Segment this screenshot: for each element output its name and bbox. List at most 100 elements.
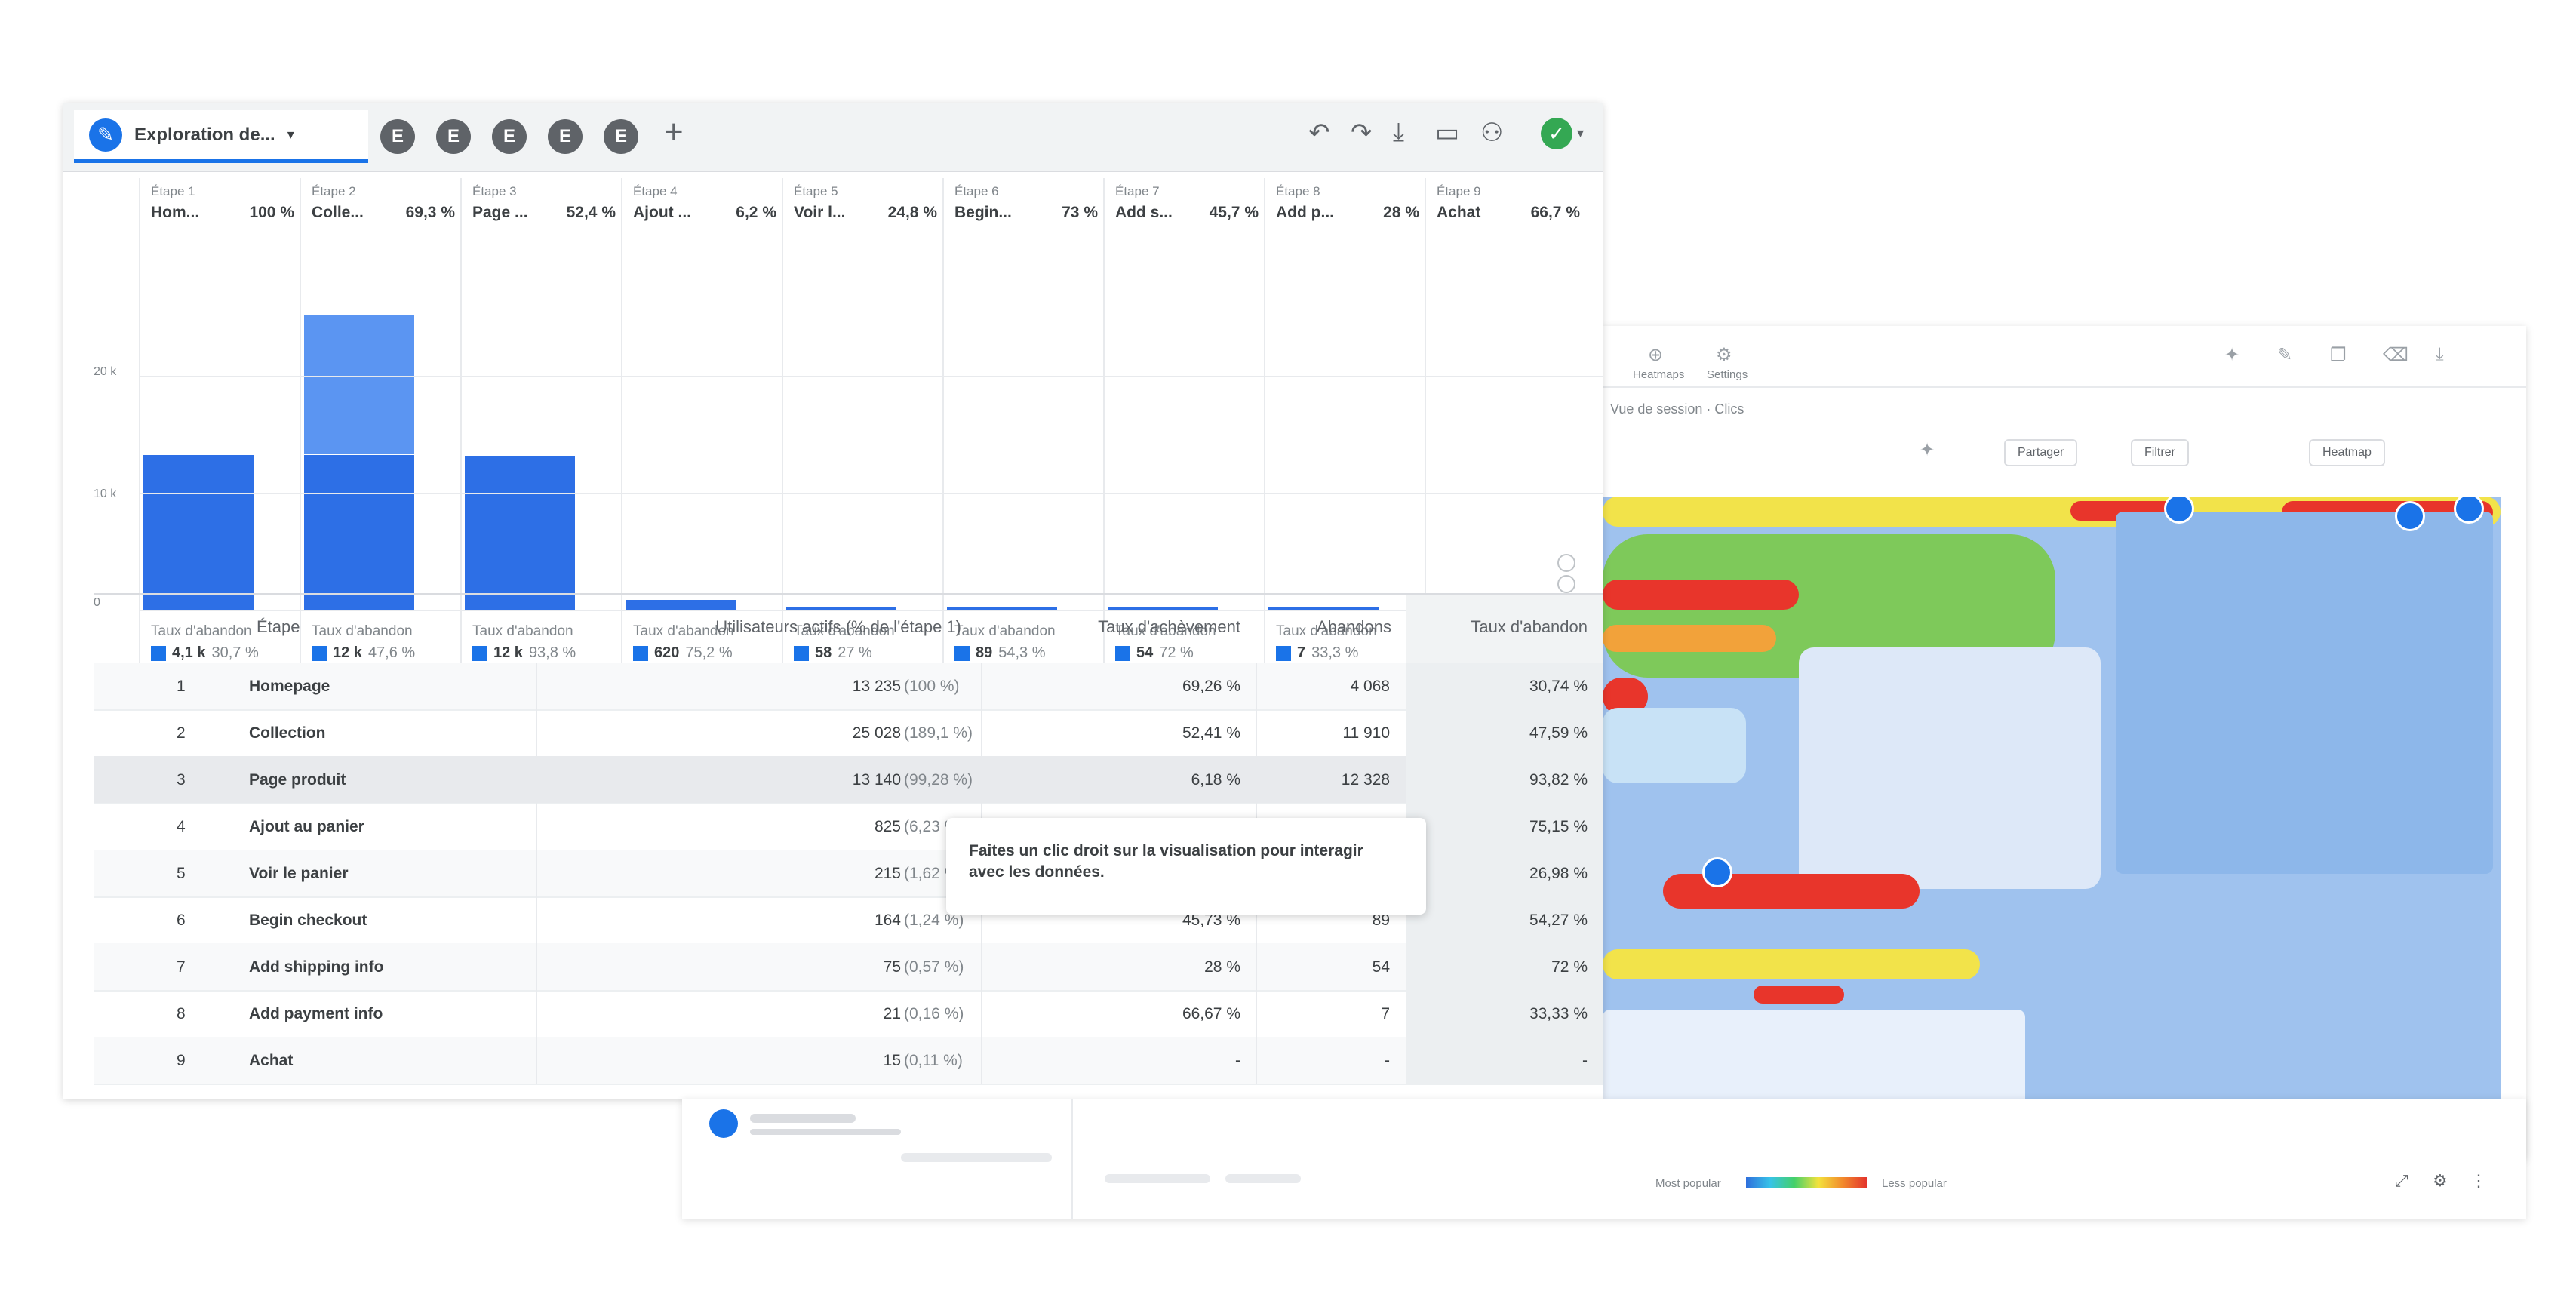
- step-label: Étape 8: [1276, 184, 1320, 198]
- expand-icon[interactable]: ⤢: [2395, 1171, 2408, 1191]
- heatmap-button[interactable]: Heatmap: [2309, 439, 2385, 466]
- bar-segment[interactable]: [143, 455, 254, 610]
- completion-rate-value: 6,18 %: [1191, 771, 1240, 789]
- abandon-rate-value: 72 %: [1551, 958, 1588, 976]
- trash-icon[interactable]: ⌫: [2383, 344, 2408, 366]
- column-divider: [536, 709, 537, 756]
- heat-legend-gradient: [1746, 1177, 1867, 1188]
- table-row[interactable]: 9 Achat 15 (0,11 %) - - -: [94, 1037, 1603, 1085]
- step-row: Begin... 73 %: [954, 204, 1098, 222]
- table-row[interactable]: 1 Homepage 13 235 (100 %) 69,26 % 4 068 30,74 …: [94, 663, 1603, 711]
- heatmap-tab-icon[interactable]: ⊕: [1648, 344, 1663, 366]
- table-row[interactable]: 2 Collection 25 028 (189,1 %) 52,41 % 11 910 4…: [94, 709, 1603, 758]
- abandon-rate-value: 30,74 %: [1529, 678, 1588, 695]
- header-completion-rate[interactable]: Taux d'achèvement: [984, 617, 1240, 637]
- step-percent: 73 %: [1062, 204, 1098, 221]
- tab-settings[interactable]: Settings: [1707, 368, 1748, 381]
- tab-3[interactable]: E: [492, 119, 527, 154]
- step-row: Voir l... 24,8 %: [794, 204, 937, 222]
- exploration-tab[interactable]: ✎ Exploration de... ▾: [74, 110, 368, 163]
- step-label: Étape 7: [1115, 184, 1160, 198]
- filter-button[interactable]: Filtrer: [2131, 439, 2189, 466]
- pin-icon[interactable]: ✦: [1920, 439, 1935, 461]
- download-icon[interactable]: ⤓: [1393, 118, 1404, 147]
- redo-icon[interactable]: ↷: [1351, 118, 1373, 148]
- check-circle-icon[interactable]: ✓: [1541, 118, 1572, 149]
- active-users-percent: (0,11 %): [904, 1052, 963, 1069]
- row-index: 4: [177, 818, 186, 835]
- chevron-down-icon[interactable]: ▾: [287, 127, 294, 143]
- settings-icon[interactable]: ⚙: [2433, 1171, 2448, 1191]
- tab-2[interactable]: E: [436, 119, 471, 154]
- tooltip-line-1: Faites un clic droit sur la visualisatio…: [969, 842, 1363, 859]
- column-divider: [536, 803, 537, 850]
- step-name: Collection: [249, 724, 326, 742]
- filter-chip-placeholder[interactable]: [1105, 1174, 1210, 1183]
- column-divider: [536, 850, 537, 896]
- table-row[interactable]: 7 Add shipping info 75 (0,57 %) 28 % 54 72 %: [94, 943, 1603, 992]
- heatmap-marker[interactable]: [2395, 501, 2425, 531]
- heat-area: [2116, 512, 2493, 874]
- step-label: Étape 9: [1437, 184, 1481, 198]
- header-abandon-rate[interactable]: Taux d'abandon: [1406, 617, 1588, 637]
- heatmap-canvas[interactable]: [1603, 497, 2501, 1145]
- download-icon[interactable]: ⤓: [2436, 344, 2444, 365]
- pencil-icon[interactable]: ✎: [89, 118, 122, 152]
- step-row: Page ... 52,4 %: [472, 204, 616, 222]
- step-percent: 28 %: [1383, 204, 1419, 221]
- step-header: Étape 7 Add s... 45,7 %: [1115, 184, 1259, 222]
- bar-segment[interactable]: [304, 455, 414, 610]
- completion-rate-value: 66,67 %: [1182, 1005, 1240, 1022]
- bar-segment[interactable]: [465, 456, 575, 610]
- step-row: Add s... 45,7 %: [1115, 204, 1259, 222]
- step-header: Étape 5 Voir l... 24,8 %: [794, 184, 937, 222]
- header-step[interactable]: Étape: [257, 617, 300, 637]
- header-abandons[interactable]: Abandons: [1240, 617, 1391, 637]
- abandon-rate-value: 26,98 %: [1529, 865, 1588, 882]
- scroll-down-icon[interactable]: [1557, 575, 1575, 593]
- row-index: 5: [177, 865, 186, 882]
- step-name: Begin...: [954, 204, 1012, 221]
- tab-heatmaps[interactable]: Heatmaps: [1633, 368, 1684, 381]
- step-header: Étape 6 Begin... 73 %: [954, 184, 1098, 222]
- step-percent: 66,7 %: [1530, 204, 1580, 221]
- heatmap-marker[interactable]: [1702, 857, 1732, 887]
- share-user-icon[interactable]: ⚇: [1480, 118, 1503, 148]
- scroll-up-icon[interactable]: [1557, 554, 1575, 572]
- column-divider: [1256, 756, 1257, 803]
- completion-rate-value: 69,26 %: [1182, 678, 1240, 695]
- table-header: Étape Utilisateurs actifs (% de l'étape …: [94, 593, 1603, 664]
- completion-rate-value: 28 %: [1204, 958, 1240, 976]
- add-tab-button[interactable]: +: [664, 113, 684, 151]
- more-icon[interactable]: ⋮: [2470, 1171, 2487, 1191]
- column-divider: [536, 1037, 537, 1084]
- tab-4[interactable]: E: [548, 119, 583, 154]
- step-percent: 100 %: [249, 204, 294, 221]
- filter-chip-placeholder[interactable]: [1225, 1174, 1301, 1183]
- chevron-down-icon[interactable]: ▾: [1577, 125, 1584, 141]
- bar-segment[interactable]: [304, 315, 414, 454]
- table-row[interactable]: 3 Page produit 13 140 (99,28 %) 6,18 % 12 328…: [94, 756, 1603, 804]
- active-users-value: 164: [874, 912, 901, 929]
- copy-icon[interactable]: ❐: [2330, 344, 2347, 366]
- settings-tab-icon[interactable]: ⚙: [1716, 344, 1732, 366]
- share-button[interactable]: Partager: [2004, 439, 2078, 466]
- active-users-value: 21: [883, 1005, 901, 1022]
- undo-icon[interactable]: ↶: [1308, 118, 1330, 148]
- pen-icon[interactable]: ✎: [2277, 344, 2292, 366]
- step-percent: 45,7 %: [1209, 204, 1259, 221]
- step-name: Begin checkout: [249, 912, 367, 929]
- step-header: Étape 8 Add p... 28 %: [1276, 184, 1419, 222]
- table-row[interactable]: 8 Add payment info 21 (0,16 %) 66,67 % 7 33,33…: [94, 990, 1603, 1038]
- step-name: Add p...: [1276, 204, 1334, 221]
- session-title-placeholder: [750, 1114, 856, 1123]
- folder-icon[interactable]: ▭: [1435, 118, 1459, 148]
- tab-1[interactable]: E: [380, 119, 415, 154]
- tab-5[interactable]: E: [604, 119, 638, 154]
- pin-icon[interactable]: ✦: [2224, 344, 2239, 366]
- step-label: Étape 3: [472, 184, 517, 198]
- heat-spot: [1603, 625, 1776, 652]
- step-header: Étape 1 Hom... 100 %: [151, 184, 294, 222]
- step-percent: 69,3 %: [405, 204, 455, 221]
- header-active-users[interactable]: Utilisateurs actifs (% de l'étape 1): [569, 617, 961, 637]
